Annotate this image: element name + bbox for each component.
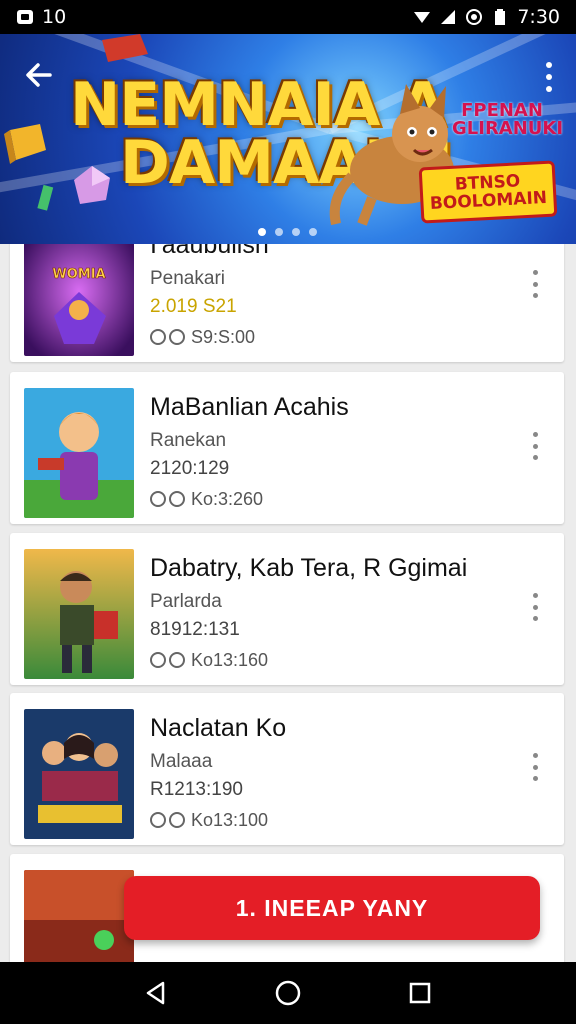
more-vertical-icon — [532, 432, 538, 437]
game-thumbnail — [24, 388, 134, 518]
clock-icon — [150, 812, 166, 828]
item-menu-button[interactable] — [530, 270, 540, 298]
item-date: R1213:190 — [150, 779, 243, 800]
more-vertical-icon — [546, 62, 552, 68]
item-date: 2.019 S21 — [150, 296, 237, 317]
item-title: I'aaubuiish — [150, 244, 269, 259]
meta-icons — [150, 812, 185, 828]
back-button[interactable] — [22, 58, 56, 92]
hero-banner[interactable]: NEMNAIA A DAMAAIAI FPENAN GLIRANUKI BTNS… — [0, 34, 576, 244]
item-menu-button[interactable] — [530, 753, 540, 781]
system-nav-bar — [0, 962, 576, 1024]
nav-recents-button[interactable] — [405, 978, 435, 1008]
list-item[interactable]: Dabatry, Kab Tera, R Ggimai Parlarda 819… — [10, 533, 564, 685]
carousel-dot[interactable] — [275, 228, 283, 236]
info-icon — [169, 812, 185, 828]
info-icon — [169, 652, 185, 668]
item-menu-button[interactable] — [530, 593, 540, 621]
carousel-indicator — [258, 228, 317, 236]
meta-icons — [150, 652, 185, 668]
more-options-button[interactable] — [542, 62, 556, 92]
item-meta: Ko13:160 — [150, 649, 520, 671]
game-thumbnail: WOMIA — [24, 244, 134, 356]
item-title: MaBanlian Acahis — [150, 393, 349, 421]
item-subtitle: Malaaa — [150, 751, 213, 772]
triangle-back-icon — [146, 981, 165, 1005]
primary-action-button[interactable]: 1. INEEAP YANY — [124, 876, 540, 940]
info-icon — [169, 491, 185, 507]
status-bar: 10 7:30 — [0, 0, 576, 34]
item-menu-button[interactable] — [530, 432, 540, 460]
list-item[interactable]: MaBanlian Acahis Ranekan 2120:129 Ko:3:2… — [10, 372, 564, 524]
notification-icon — [17, 10, 33, 24]
sync-icon — [466, 9, 483, 25]
item-title: Dabatry, Kab Tera, R Ggimai — [150, 554, 468, 582]
more-vertical-icon — [532, 753, 538, 758]
clock-icon — [150, 329, 166, 345]
banner-badge[interactable]: BTNSO BOOLOMAIN — [418, 160, 558, 224]
gem-icon — [102, 34, 148, 62]
wifi-icon — [414, 12, 431, 23]
square-recents-icon — [409, 982, 431, 1004]
clock-icon — [150, 491, 166, 507]
list-item[interactable]: Naclatan Ko Malaaa R1213:190 Ko13:100 — [10, 693, 564, 845]
item-title: Naclatan Ko — [150, 714, 287, 742]
clock-icon — [150, 652, 166, 668]
game-list: WOMIA I'aaubuiish Penakari 2.019 S21 S9:… — [0, 244, 576, 962]
circle-home-icon — [275, 980, 301, 1006]
nav-home-button[interactable] — [273, 978, 303, 1008]
more-vertical-icon — [532, 270, 538, 275]
game-thumbnail — [24, 870, 134, 962]
item-subtitle: Penakari — [150, 268, 225, 289]
item-date: 81912:131 — [150, 619, 240, 640]
list-item[interactable]: WOMIA I'aaubuiish Penakari 2.019 S21 S9:… — [10, 244, 564, 362]
meta-icons — [150, 329, 185, 345]
more-vertical-icon — [532, 593, 538, 598]
status-time: 7:30 — [517, 6, 560, 28]
item-subtitle: Ranekan — [150, 430, 227, 451]
item-meta: Ko13:100 — [150, 809, 520, 831]
banner-subtitle: FPENAN GLIRANUKI — [452, 100, 564, 139]
gem-icon — [4, 124, 46, 164]
meta-icons — [150, 491, 185, 507]
game-thumbnail — [24, 709, 134, 839]
item-subtitle: Parlarda — [150, 591, 222, 612]
item-meta: S9:S:00 — [150, 326, 520, 348]
game-thumbnail — [24, 549, 134, 679]
item-date: 2120:129 — [150, 458, 230, 479]
carousel-dot[interactable] — [258, 228, 266, 236]
signal-icon — [441, 10, 456, 24]
carousel-dot[interactable] — [292, 228, 300, 236]
carousel-dot[interactable] — [309, 228, 317, 236]
nav-back-button[interactable] — [141, 978, 171, 1008]
item-meta: Ko:3:260 — [150, 488, 520, 510]
arrow-left-icon — [26, 63, 52, 87]
battery-icon — [495, 9, 506, 25]
svg-text:WOMIA: WOMIA — [52, 267, 105, 282]
status-left-indicator: 10 — [42, 6, 67, 28]
info-icon — [169, 329, 185, 345]
gem-icon — [37, 184, 54, 211]
